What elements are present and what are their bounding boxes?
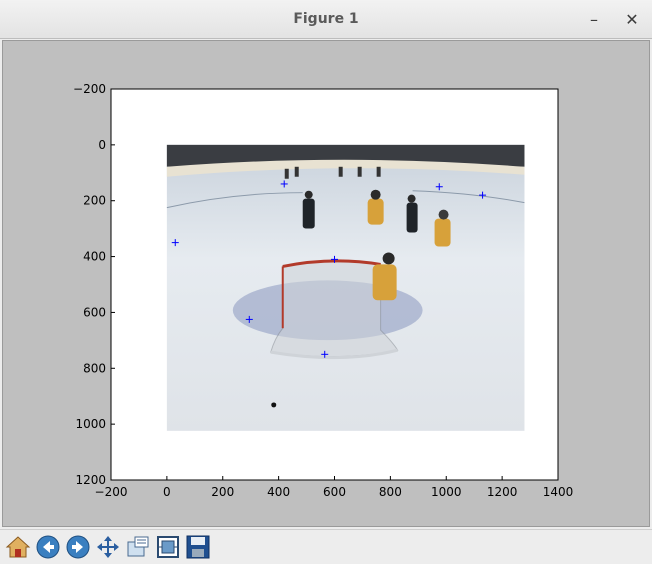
y-tick-label: 600 [83,305,106,319]
title-bar: Figure 1 – ✕ [0,0,652,39]
y-tick-label: 0 [98,138,106,152]
y-axis: −200 0 200 400 600 800 1000 1200 [73,82,115,487]
zoom-icon [127,536,149,557]
x-tick-label: 1400 [543,485,574,499]
plot-svg: −200 0 200 400 600 800 1000 1200 1400 −200 0 200 40… [73,82,574,499]
home-icon [5,536,31,558]
pan-icon [97,536,119,558]
puck [271,402,277,408]
home-button[interactable] [5,534,31,560]
x-tick-label: 800 [379,485,402,499]
figure-window: Figure 1 – ✕ −200 0 200 400 600 800 1000… [0,0,652,564]
y-tick-label: −200 [73,82,106,96]
back-button[interactable] [35,534,61,560]
x-tick-label: 600 [323,485,346,499]
x-tick-label: 0 [163,485,171,499]
y-tick-label: 1200 [75,473,106,487]
zoom-button[interactable] [125,534,151,560]
forward-arrow-icon [66,535,90,559]
x-tick-label: 400 [267,485,290,499]
pan-button[interactable] [95,534,121,560]
forward-button[interactable] [65,534,91,560]
y-tick-label: 400 [83,250,106,264]
x-tick-label: 1000 [431,485,462,499]
minimize-button[interactable]: – [583,9,605,31]
rink-image [166,144,525,431]
y-tick-label: 1000 [75,417,106,431]
x-tick-label: 1200 [487,485,518,499]
y-tick-label: 200 [83,194,106,208]
save-icon [186,535,210,559]
figure-canvas[interactable]: −200 0 200 400 600 800 1000 1200 1400 −200 0 200 40… [2,40,650,527]
window-title: Figure 1 [293,11,359,27]
navigation-toolbar [0,529,652,564]
close-icon: ✕ [625,10,639,29]
back-arrow-icon [36,535,60,559]
minimize-icon: – [590,10,598,29]
y-tick-label: 800 [83,361,106,375]
save-button[interactable] [185,534,211,560]
subplots-icon [157,536,179,558]
x-tick-label: −200 [95,485,128,499]
close-button[interactable]: ✕ [621,9,643,31]
subplots-button[interactable] [155,534,181,560]
x-tick-label: 200 [211,485,234,499]
